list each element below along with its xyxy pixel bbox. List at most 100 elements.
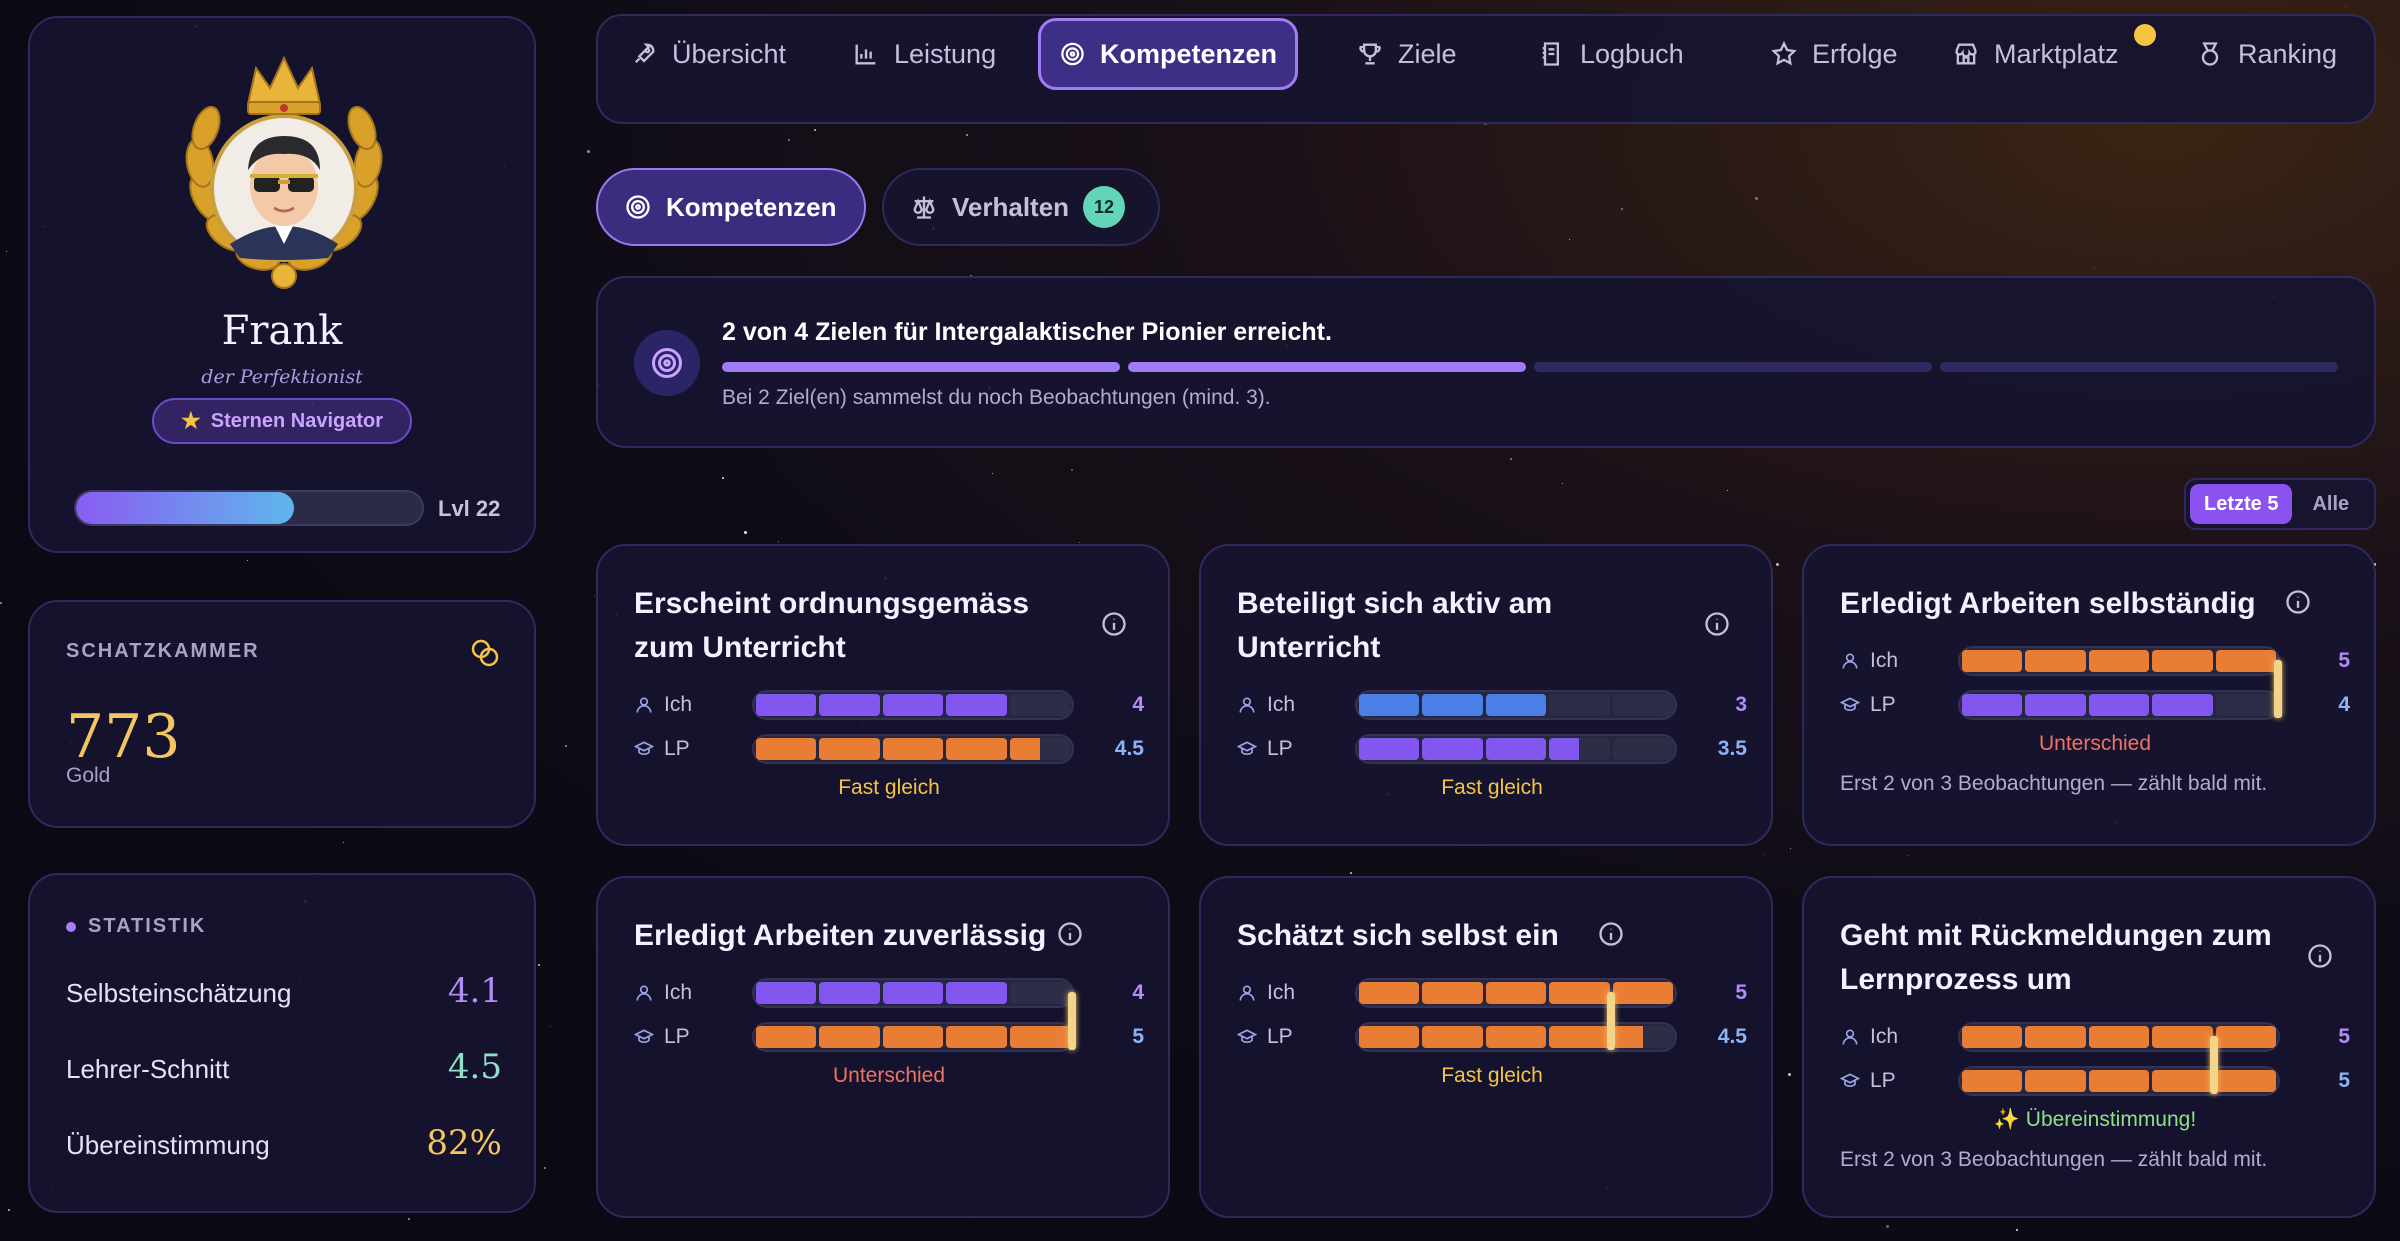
star-dot (744, 531, 747, 534)
self-rating-row: Ich 4 (634, 688, 1144, 722)
nav-label: Erfolge (1812, 38, 1898, 69)
rating-segment-fill (2088, 1026, 2150, 1048)
rating-segment (1549, 982, 1610, 1004)
rating-label: Ich (1237, 981, 1355, 1005)
rating-segment-fill (1549, 738, 1580, 760)
info-icon[interactable] (1597, 920, 1625, 948)
info-icon[interactable] (1056, 920, 1084, 948)
self-rating-row: Ich 5 (1237, 976, 1747, 1010)
rating-label-text: Ich (1870, 649, 1899, 672)
target-icon (626, 195, 650, 219)
star-dot (538, 964, 540, 966)
competency-card[interactable]: Erledigt Arbeiten zuverlässig Ich 4 LP 5 Unte… (596, 876, 1170, 1218)
info-icon[interactable] (2284, 588, 2312, 616)
comparison-verdict: Unterschied (2038, 732, 2152, 755)
rating-segment (2152, 1070, 2213, 1092)
competency-card[interactable]: Beteiligt sich aktiv am Unterricht Ich 3 LP… (1199, 544, 1773, 846)
rating-segment (1549, 738, 1610, 760)
rating-segment-fill (756, 694, 817, 716)
rating-segment (2215, 694, 2277, 716)
rating-segment (819, 694, 880, 716)
gold-unit: Gold (66, 764, 111, 787)
nav-marketplace[interactable]: Marktplatz (1934, 18, 2137, 90)
rating-segment-fill (882, 1026, 944, 1048)
competency-card[interactable]: Geht mit Rückmeldungen zum Lernprozess u… (1802, 876, 2376, 1218)
rating-segment (1549, 1026, 1610, 1048)
goal-progress-segment (1940, 362, 2338, 372)
xp-progress-fill (76, 492, 294, 524)
avatar[interactable] (178, 48, 390, 298)
toggle-all[interactable]: Alle (2298, 484, 2363, 524)
rating-label: Ich (1237, 693, 1355, 717)
nav-overview[interactable]: Übersicht (612, 18, 804, 90)
rating-segment-fill (1962, 1070, 2023, 1092)
teacher-rating-row: LP 4 (1840, 660, 2350, 722)
goal-progress-banner: 2 von 4 Zielen für Intergalaktischer Pio… (596, 276, 2376, 448)
goal-title: 2 von 4 Zielen für Intergalaktischer Pio… (722, 318, 1332, 346)
rating-segment-fill (1422, 694, 1483, 716)
rating-label: LP (1840, 1069, 1958, 1093)
subtab-behavior[interactable]: Verhalten 12 (882, 168, 1160, 246)
rating-bar (1355, 734, 1677, 764)
subtab-competencies[interactable]: Kompetenzen (596, 168, 866, 246)
rating-value: 5 (1735, 981, 1747, 1004)
nav-achievements[interactable]: Erfolge (1752, 18, 1916, 90)
self-rating-row: Ich 5 (1840, 1020, 2350, 1054)
rating-segment (2152, 650, 2213, 672)
rating-value: 4.5 (1717, 1025, 1747, 1048)
rating-label: LP (634, 737, 752, 761)
rating-segment-fill (946, 982, 1007, 1004)
nav-competencies[interactable]: Kompetenzen (1038, 18, 1298, 90)
star-dot (1755, 197, 1758, 200)
stat-row-teacher-average: Lehrer-Schnitt 4.5 (66, 1047, 502, 1087)
rating-segment (882, 982, 944, 1004)
rating-value: 4 (1132, 693, 1144, 716)
rating-segment (1962, 1026, 2023, 1048)
star-dot (0, 602, 2, 604)
goal-progress-segments (722, 362, 2338, 372)
rating-segment-fill (1422, 982, 1483, 1004)
nav-performance[interactable]: Leistung (834, 18, 1014, 90)
rating-segment-fill (2152, 650, 2213, 672)
competency-card[interactable]: Erscheint ordnungsgemäss zum Unterricht I… (596, 544, 1170, 846)
rating-segment (756, 738, 817, 760)
nav-label: Marktplatz (1994, 38, 2119, 69)
stat-row-agreement: Übereinstimmung 82% (66, 1123, 502, 1163)
rating-label-text: LP (1870, 693, 1896, 716)
player-name: Frank (221, 308, 343, 354)
rating-segment (756, 694, 817, 716)
nav-ranking[interactable]: Ranking (2178, 18, 2355, 90)
rating-label-text: LP (1267, 737, 1293, 760)
rating-segment (1422, 694, 1483, 716)
competency-card[interactable]: Schätzt sich selbst ein Ich 5 LP 4.5 Fast gle… (1199, 876, 1773, 1218)
competency-card[interactable]: Erledigt Arbeiten selbständig Ich 5 LP 4 Unte… (1802, 544, 2376, 846)
goal-progress-segment (1128, 362, 1526, 372)
rank-badge[interactable]: ★ Sternen Navigator (152, 398, 412, 444)
rating-value: 3.5 (1717, 737, 1747, 760)
rating-label: Ich (634, 693, 752, 717)
rating-segment (882, 1026, 944, 1048)
nav-logbook[interactable]: Logbuch (1520, 18, 1702, 90)
rating-value: 5 (2338, 1025, 2350, 1048)
star-dot (247, 560, 248, 561)
rating-segment-fill (1359, 982, 1420, 1004)
rank-badge-label: Sternen Navigator (210, 409, 383, 432)
coins-icon[interactable] (468, 636, 502, 670)
comparison-verdict: Unterschied (832, 1064, 946, 1087)
treasury-label: SCHATZKAMMER (66, 640, 260, 662)
rating-segment-fill (946, 738, 1007, 760)
rating-label-text: Ich (664, 693, 693, 716)
info-icon[interactable] (1100, 610, 1128, 638)
nav-goals[interactable]: Ziele (1338, 18, 1475, 90)
toggle-last-5[interactable]: Letzte 5 (2190, 484, 2293, 524)
info-icon[interactable] (1703, 610, 1731, 638)
statistics-label: STATISTIK (88, 915, 207, 937)
rating-segment (2025, 1026, 2086, 1048)
rating-segment-fill (1359, 1026, 1420, 1048)
info-icon[interactable] (2306, 942, 2334, 970)
star-dot (408, 1218, 410, 1220)
star-dot (594, 596, 595, 597)
nav-label: Leistung (894, 38, 997, 69)
star-dot (1790, 848, 1791, 849)
rating-segment (756, 982, 817, 1004)
